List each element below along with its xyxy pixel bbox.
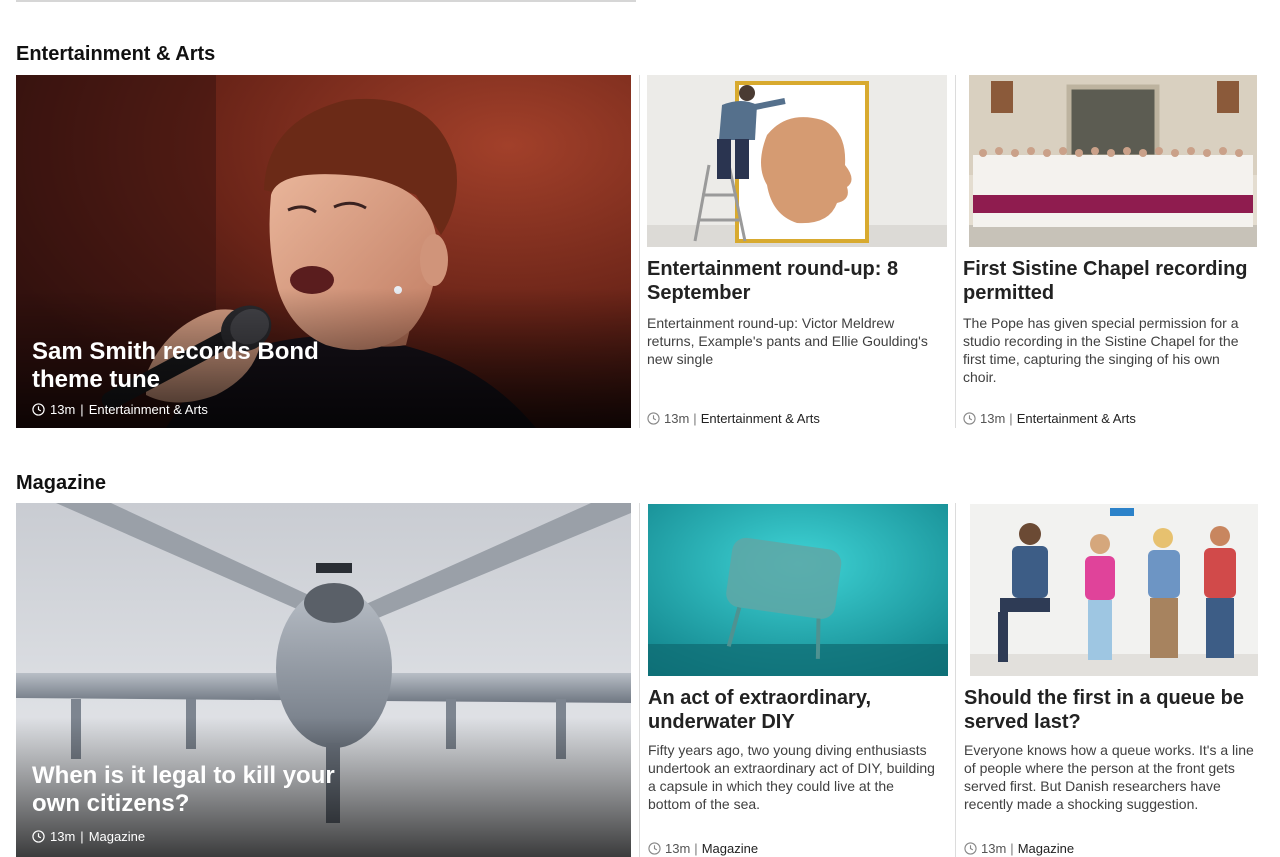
section-link[interactable]: Entertainment & Arts [89, 402, 208, 417]
meta-separator: | [694, 841, 698, 856]
timestamp: 13m [50, 402, 76, 417]
top-divider [16, 0, 636, 2]
clock-icon [32, 830, 45, 843]
lead-story-entertainment[interactable]: Sam Smith records Bond theme tune 13m | … [16, 75, 631, 428]
timestamp: 13m [980, 411, 1006, 426]
lead-headline[interactable]: Sam Smith records Bond theme tune [32, 338, 362, 394]
section-link[interactable]: Entertainment & Arts [701, 411, 820, 426]
clock-icon [648, 842, 661, 855]
story-headline[interactable]: Should the first in a queue be served la… [964, 686, 1260, 734]
choir-rows [973, 155, 1253, 227]
section-link[interactable]: Magazine [702, 841, 758, 856]
story-card[interactable]: An act of extraordinary, underwater DIY … [648, 504, 948, 857]
story-image-choir [969, 75, 1257, 247]
meta-separator: | [1009, 411, 1013, 426]
section-title-magazine[interactable]: Magazine [16, 472, 106, 495]
story-meta: 13m | Magazine [964, 841, 1074, 856]
timestamp: 13m [665, 841, 691, 856]
timestamp: 13m [50, 829, 76, 844]
story-headline[interactable]: First Sistine Chapel recording permitted [963, 257, 1259, 305]
story-headline[interactable]: Entertainment round-up: 8 September [647, 257, 943, 305]
section-link[interactable]: Magazine [89, 829, 145, 844]
story-meta: 13m | Magazine [648, 841, 758, 856]
lead-headline[interactable]: When is it legal to kill your own citize… [32, 762, 362, 818]
meta-separator: | [80, 402, 84, 417]
clock-icon [32, 403, 45, 416]
lead-meta: 13m | Entertainment & Arts [32, 402, 208, 417]
clock-icon [964, 842, 977, 855]
story-image-queue [970, 504, 1258, 676]
column-divider [639, 503, 640, 857]
story-summary: Entertainment round-up: Victor Meldrew r… [647, 315, 928, 367]
clock-icon [963, 412, 976, 425]
timestamp: 13m [981, 841, 1007, 856]
meta-separator: | [693, 411, 697, 426]
section-link[interactable]: Magazine [1018, 841, 1074, 856]
story-card[interactable]: Should the first in a queue be served la… [964, 504, 1264, 857]
story-meta: 13m | Entertainment & Arts [647, 411, 820, 426]
story-image-underwater [648, 504, 948, 676]
section-link[interactable]: Entertainment & Arts [1017, 411, 1136, 426]
column-divider [955, 75, 956, 428]
story-summary: The Pope has given special permission fo… [963, 315, 1239, 385]
story-headline[interactable]: An act of extraordinary, underwater DIY [648, 686, 944, 734]
clock-icon [647, 412, 660, 425]
story-summary: Fifty years ago, two young diving enthus… [648, 742, 935, 812]
lead-meta: 13m | Magazine [32, 829, 145, 844]
meta-separator: | [80, 829, 84, 844]
column-divider [955, 503, 956, 857]
story-card[interactable]: Entertainment round-up: 8 September Ente… [647, 75, 947, 435]
story-summary: Everyone knows how a queue works. It's a… [964, 742, 1254, 812]
story-image-artist [647, 75, 947, 247]
lead-story-magazine[interactable]: When is it legal to kill your own citize… [16, 503, 631, 857]
timestamp: 13m [664, 411, 690, 426]
story-card[interactable]: First Sistine Chapel recording permitted… [963, 75, 1263, 435]
section-title-entertainment-arts[interactable]: Entertainment & Arts [16, 43, 215, 66]
story-meta: 13m | Entertainment & Arts [963, 411, 1136, 426]
column-divider [639, 75, 640, 428]
meta-separator: | [1010, 841, 1014, 856]
